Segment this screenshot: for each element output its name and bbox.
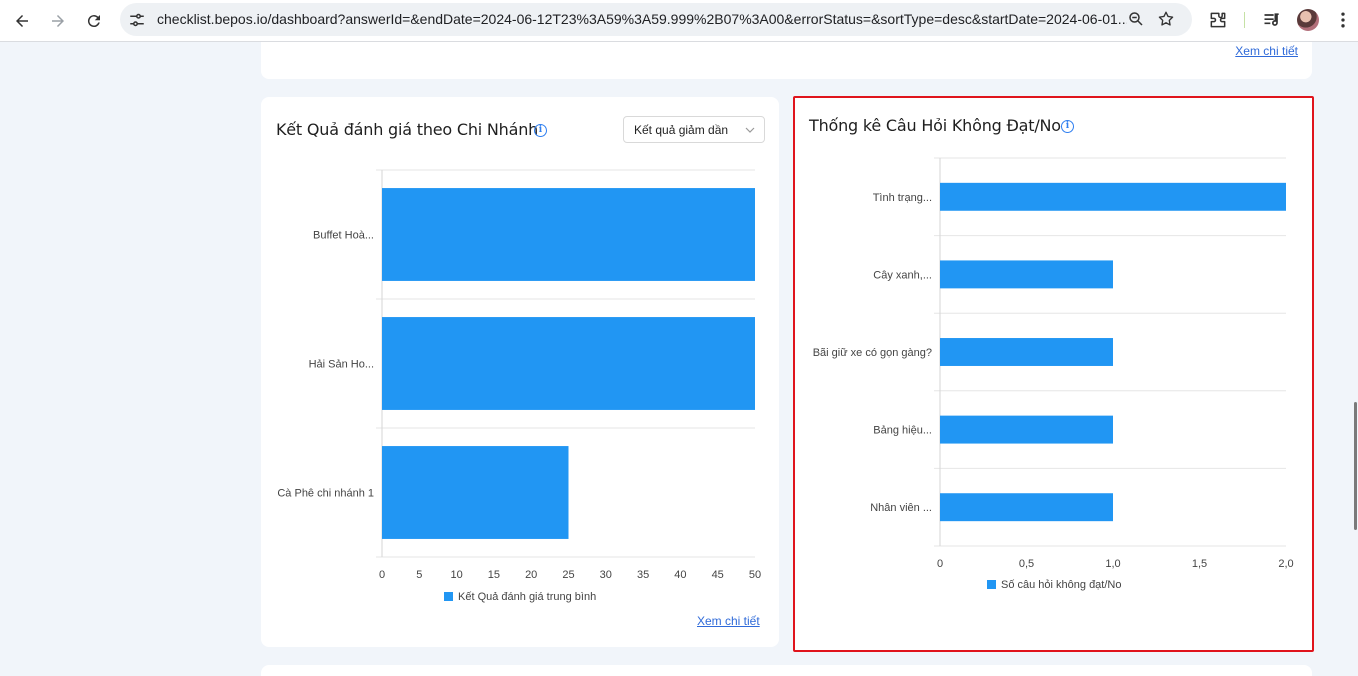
zoom-icon[interactable] [1127, 10, 1145, 28]
chart-legend: Kết Quả đánh giá trung bình [444, 591, 596, 603]
x-tick-label: 25 [562, 569, 574, 581]
bar [382, 188, 755, 281]
x-tick-label: 1,0 [1105, 558, 1120, 570]
x-tick-label: 0 [379, 569, 385, 581]
failed-questions-card: Thống kê Câu Hỏi Không Đạt/No i Tình trạ… [793, 96, 1314, 652]
x-tick-label: 15 [488, 569, 500, 581]
address-bar[interactable]: checklist.bepos.io/dashboard?answerId=&e… [120, 3, 1192, 36]
x-tick-label: 45 [712, 569, 724, 581]
legend-label: Kết Quả đánh giá trung bình [458, 591, 597, 603]
x-tick-label: 5 [416, 569, 422, 581]
bar [940, 338, 1113, 366]
legend-swatch [987, 580, 996, 589]
chart-legend: Số câu hỏi không đạt/No [987, 579, 1121, 591]
y-tick-label: Bãi giữ xe có gọn gàng? [813, 347, 932, 359]
x-tick-label: 35 [637, 569, 649, 581]
bar [382, 446, 569, 539]
previous-card: Xem chi tiết [261, 42, 1312, 79]
legend-label: Số câu hỏi không đạt/No [1001, 579, 1122, 591]
branch-result-card: Kết Quả đánh giá theo Chi Nhánh i Kết qu… [261, 97, 779, 647]
bar [940, 260, 1113, 289]
x-tick-label: 2,0 [1278, 558, 1293, 570]
bar [940, 182, 1286, 211]
x-tick-label: 20 [525, 569, 537, 581]
y-tick-label: Cà Phê chi nhánh 1 [277, 488, 374, 500]
forward-icon[interactable] [44, 7, 72, 35]
x-tick-label: 1,5 [1192, 558, 1207, 570]
y-tick-label: Tình trạng... [873, 192, 932, 204]
failed-questions-bar-chart: Tình trạng... Cây xanh,... Bãi giữ xe có g… [813, 157, 1294, 570]
reload-icon[interactable] [80, 7, 108, 35]
bar [382, 317, 755, 410]
x-tick-label: 0,5 [1019, 558, 1034, 570]
bookmark-star-icon[interactable] [1157, 10, 1175, 28]
x-tick-label: 40 [674, 569, 686, 581]
legend-swatch [444, 592, 453, 601]
next-card [261, 665, 1312, 676]
y-tick-label: Buffet Hoà... [313, 230, 374, 242]
site-settings-icon[interactable] [128, 11, 146, 29]
menu-icon[interactable] [1333, 10, 1353, 30]
page-scrollbar[interactable] [1354, 402, 1357, 530]
extensions-icon[interactable] [1208, 10, 1228, 30]
y-tick-label: Nhân viên ... [870, 502, 932, 514]
browser-toolbar: checklist.bepos.io/dashboard?answerId=&e… [0, 0, 1358, 42]
bar [940, 493, 1113, 522]
url-text[interactable]: checklist.bepos.io/dashboard?answerId=&e… [157, 11, 1127, 27]
x-tick-label: 50 [749, 569, 761, 581]
toolbar-divider [1244, 12, 1245, 28]
y-tick-label: Hải Sản Ho... [309, 359, 374, 371]
view-detail-link[interactable]: Xem chi tiết [1235, 44, 1298, 58]
bar [940, 415, 1113, 444]
view-detail-link[interactable]: Xem chi tiết [697, 614, 760, 628]
y-tick-label: Bảng hiệu... [873, 425, 932, 437]
profile-avatar[interactable] [1297, 9, 1319, 31]
x-tick-label: 10 [450, 569, 462, 581]
branch-bar-chart: Buffet Hoà... Hải Sản Ho... Cà Phê chi nhá… [277, 169, 761, 581]
y-tick-label: Cây xanh,... [873, 269, 932, 281]
x-tick-label: 0 [937, 558, 943, 570]
media-control-icon[interactable] [1262, 10, 1282, 30]
back-icon[interactable] [8, 7, 36, 35]
x-tick-label: 30 [600, 569, 612, 581]
